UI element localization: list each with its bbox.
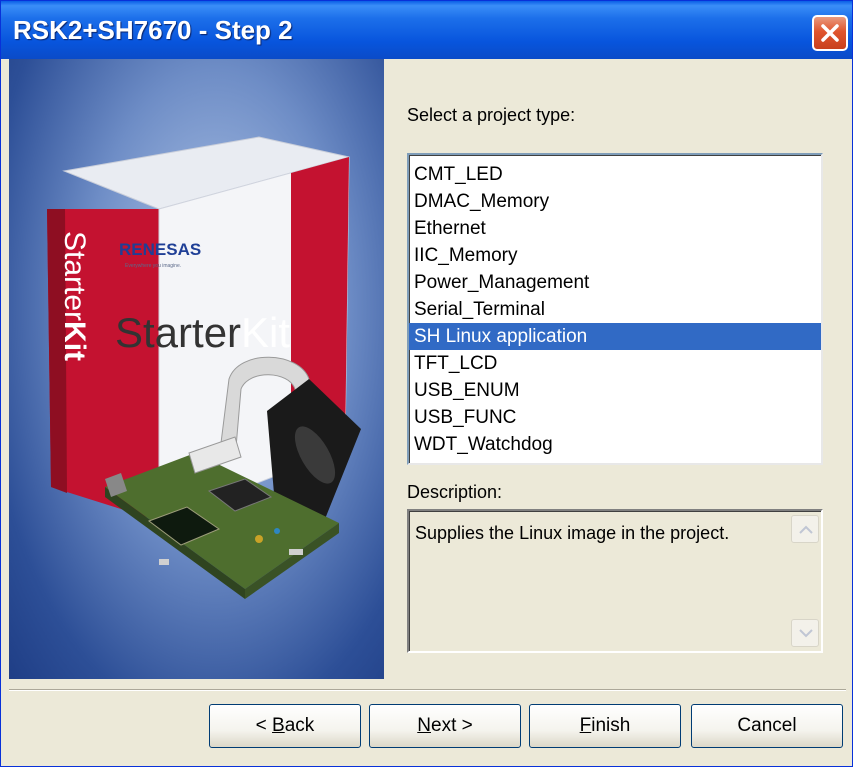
title-bar[interactable]: RSK2+SH7670 - Step 2 (1, 1, 852, 59)
list-item[interactable]: Serial_Terminal (409, 296, 821, 323)
description-text: Supplies the Linux image in the project. (415, 523, 730, 543)
scroll-up-button[interactable] (791, 515, 819, 543)
brand-tagline: Everywhere you imagine. (125, 263, 181, 269)
project-type-prompt: Select a project type: (407, 105, 576, 125)
list-item[interactable]: CMT_LED (409, 161, 821, 188)
next-mnemonic: N (417, 715, 431, 736)
finish-label-rest: inish (591, 715, 631, 736)
product-image-panel: StarterKit RENESAS Everywhere you imagin… (9, 59, 384, 679)
list-item[interactable]: TFT_LCD (409, 350, 821, 377)
chevron-up-icon (799, 525, 813, 534)
description-label: Description: (407, 482, 503, 502)
svg-text:StarterKit: StarterKit (58, 231, 91, 361)
list-item[interactable]: USB_FUNC (409, 404, 821, 431)
back-prefix: < (255, 715, 273, 736)
description-box[interactable]: Supplies the Linux image in the project. (407, 509, 823, 653)
back-button[interactable]: < Back (209, 704, 361, 748)
starter-kit-illustration: StarterKit RENESAS Everywhere you imagin… (47, 136, 361, 599)
kit-name-b: Kit (241, 309, 290, 356)
button-separator (9, 689, 846, 691)
close-icon (821, 24, 839, 42)
project-type-listbox[interactable]: CMT_LED DMAC_Memory Ethernet IIC_Memory … (407, 153, 823, 465)
list-item[interactable]: Power_Management (409, 269, 821, 296)
next-label-rest: ext > (431, 715, 473, 736)
back-mnemonic: B (272, 715, 285, 736)
list-item[interactable]: Ethernet (409, 215, 821, 242)
list-item[interactable]: WDT_Watchdog (409, 431, 821, 458)
finish-button[interactable]: Finish (529, 704, 681, 748)
chevron-down-icon (799, 629, 813, 638)
spine-text-a: Starter (58, 231, 91, 321)
list-item[interactable]: IIC_Memory (409, 242, 821, 269)
finish-mnemonic: F (579, 715, 592, 736)
close-button[interactable] (812, 15, 848, 51)
list-item-selected[interactable]: SH Linux application (409, 323, 821, 350)
scroll-down-button[interactable] (791, 619, 819, 647)
list-item[interactable]: USB_ENUM (409, 377, 821, 404)
list-item[interactable]: DMAC_Memory (409, 188, 821, 215)
cancel-button[interactable]: Cancel (691, 704, 843, 748)
kit-name-a: Starter (115, 309, 241, 356)
brand-logo: RENESAS (119, 240, 201, 259)
description-scrollbar[interactable] (791, 515, 819, 647)
wizard-dialog: RSK2+SH7670 - Step 2 StarterKit RENESAS … (0, 0, 853, 767)
next-button[interactable]: Next > (369, 704, 521, 748)
back-label-rest: ack (284, 715, 315, 736)
window-title: RSK2+SH7670 - Step 2 (13, 15, 293, 45)
svg-text:StarterKit: StarterKit (115, 309, 290, 356)
spine-text-b: Kit (58, 321, 91, 361)
